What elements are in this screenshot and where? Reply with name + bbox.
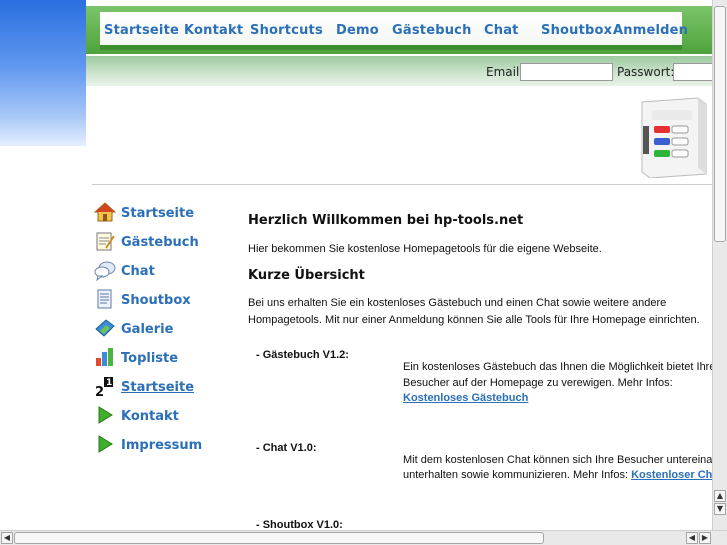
- sidebar-item-topliste[interactable]: Topliste: [94, 346, 244, 370]
- tool-desc-chat-2: unterhalten sowie kommunizieren. Mehr In…: [403, 469, 628, 481]
- page: Startseite Kontakt Shortcuts Demo Gästeb…: [86, 0, 712, 530]
- link-kostenloser-chat[interactable]: Kostenloser Chat: [631, 469, 712, 481]
- scroll-left-button-2[interactable]: ◀: [686, 532, 698, 544]
- email-input[interactable]: [520, 63, 613, 81]
- document-icon: [97, 289, 112, 309]
- top-nav-bar: Startseite Kontakt Shortcuts Demo Gästeb…: [86, 6, 712, 54]
- tool-name-gaestebuch: - Gästebuch V1.2:: [256, 349, 349, 361]
- scroll-right-button[interactable]: ▶: [699, 532, 711, 544]
- sidebar-item-label: Shoutbox: [121, 293, 191, 308]
- nav-anmelden[interactable]: Anmelden: [613, 23, 688, 38]
- background-strip: [0, 0, 86, 146]
- scroll-down-button[interactable]: ▼: [714, 503, 726, 515]
- sidebar-item-galerie[interactable]: Galerie: [94, 317, 244, 341]
- sidebar-item-label: Gästebuch: [121, 235, 199, 250]
- horizontal-scroll-thumb[interactable]: [14, 532, 544, 544]
- horizontal-scrollbar[interactable]: ◀ ◀ ▶: [0, 530, 727, 545]
- chat-icon: [94, 261, 116, 281]
- nav-startseite[interactable]: Startseite: [104, 23, 179, 38]
- green-arrow-icon: [98, 435, 113, 453]
- svg-text:1: 1: [106, 378, 112, 388]
- gallery-icon: [95, 319, 115, 337]
- nav-shortcuts[interactable]: Shortcuts: [250, 23, 323, 38]
- welcome-text: Hier bekommen Sie kostenlose Homepagetoo…: [248, 243, 602, 255]
- nav-gaestebuch[interactable]: Gästebuch: [392, 23, 472, 38]
- tool-name-chat: - Chat V1.0:: [256, 442, 317, 454]
- overview-line-2: Hompagetools. Mit nur einer Anmeldung kö…: [248, 314, 700, 326]
- overview-title: Kurze Übersicht: [248, 268, 365, 283]
- nav-shoutbox[interactable]: Shoutbox: [541, 23, 612, 38]
- sidebar-item-kontakt[interactable]: Kontakt: [94, 404, 244, 428]
- nav-demo[interactable]: Demo: [336, 23, 379, 38]
- sidebar-item-impressum[interactable]: Impressum: [94, 433, 244, 457]
- sidebar-item-label: Impressum: [121, 438, 203, 453]
- link-kostenloses-gaestebuch[interactable]: Kostenloses Gästebuch: [403, 392, 528, 404]
- login-bar: Email: Passwort:: [86, 56, 712, 86]
- sidebar-item-label: Startseite: [121, 380, 195, 395]
- product-box-image: [641, 97, 707, 178]
- sidebar-item-label: Startseite: [121, 206, 195, 221]
- home-icon: [94, 202, 116, 222]
- sidebar-item-shoutbox[interactable]: Shoutbox: [94, 288, 244, 312]
- password-input[interactable]: [673, 63, 712, 81]
- welcome-title: Herzlich Willkommen bei hp-tools.net: [248, 213, 524, 228]
- tool-name-shoutbox: - Shoutbox V1.0:: [256, 519, 343, 530]
- sidebar-item-startseite-2[interactable]: 1 2 Startseite: [94, 375, 244, 399]
- nav-kontakt[interactable]: Kontakt: [184, 23, 243, 38]
- nav-chat[interactable]: Chat: [484, 23, 519, 38]
- notepad-icon: [96, 232, 115, 251]
- password-label: Passwort:: [617, 65, 675, 79]
- sidebar-item-label: Kontakt: [121, 409, 179, 424]
- scroll-up-button[interactable]: ▲: [714, 490, 726, 502]
- green-arrow-icon: [98, 406, 113, 424]
- vertical-scroll-thumb[interactable]: [714, 6, 726, 242]
- scroll-left-button[interactable]: ◀: [1, 532, 13, 544]
- email-label: Email:: [486, 65, 524, 79]
- sidebar-item-gaestebuch[interactable]: Gästebuch: [94, 230, 244, 254]
- sidebar-item-label: Chat: [121, 264, 155, 279]
- header-divider: [92, 184, 712, 185]
- sidebar-item-label: Topliste: [121, 351, 179, 366]
- ranking-icon: 1 2: [95, 377, 113, 397]
- nav-menu: Startseite Kontakt Shortcuts Demo Gästeb…: [100, 12, 688, 50]
- sidebar-item-chat[interactable]: Chat: [94, 259, 244, 283]
- svg-text:2: 2: [95, 385, 104, 397]
- bar-chart-icon: [96, 348, 113, 366]
- sidebar-item-label: Galerie: [121, 322, 174, 337]
- overview-line-1: Bei uns erhalten Sie ein kostenloses Gäs…: [248, 297, 667, 309]
- vertical-scrollbar[interactable]: ▲ ▼: [712, 0, 727, 530]
- sidebar-item-startseite[interactable]: Startseite: [94, 201, 244, 225]
